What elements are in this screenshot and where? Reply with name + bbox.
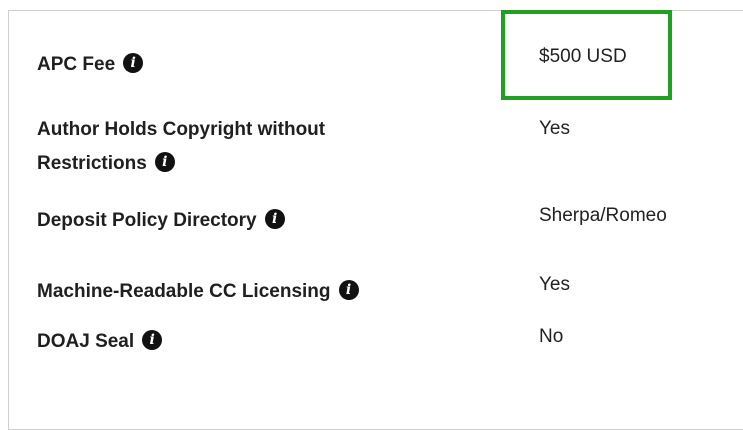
deposit-policy-label-text: Deposit Policy Directory [37,210,257,231]
copyright-label-line2: Restrictions [37,153,147,174]
copyright-label-line1: Author Holds Copyright without [37,119,326,140]
cc-licensing-label: Machine-Readable CC Licensing i [37,275,359,309]
info-icon[interactable]: i [338,280,359,300]
doaj-seal-label-text: DOAJ Seal [37,331,135,352]
info-icon[interactable]: i [142,330,163,350]
copyright-label: Author Holds Copyright without Restricti… [37,113,325,181]
info-icon[interactable]: i [154,152,175,172]
cc-licensing-label-text: Machine-Readable CC Licensing [37,281,331,302]
apc-fee-highlight-box [501,10,672,100]
info-icon[interactable]: i [123,53,144,73]
deposit-policy-label: Deposit Policy Directory i [37,204,285,238]
apc-fee-label-text: APC Fee [37,54,116,75]
doaj-seal-label: DOAJ Seal i [37,325,163,359]
doaj-seal-value: No [539,326,564,347]
cc-licensing-value: Yes [539,274,570,295]
info-icon[interactable]: i [264,209,285,229]
apc-fee-label: APC Fee i [37,48,144,82]
deposit-policy-value[interactable]: Sherpa/Romeo [539,204,667,228]
copyright-value: Yes [539,118,570,139]
